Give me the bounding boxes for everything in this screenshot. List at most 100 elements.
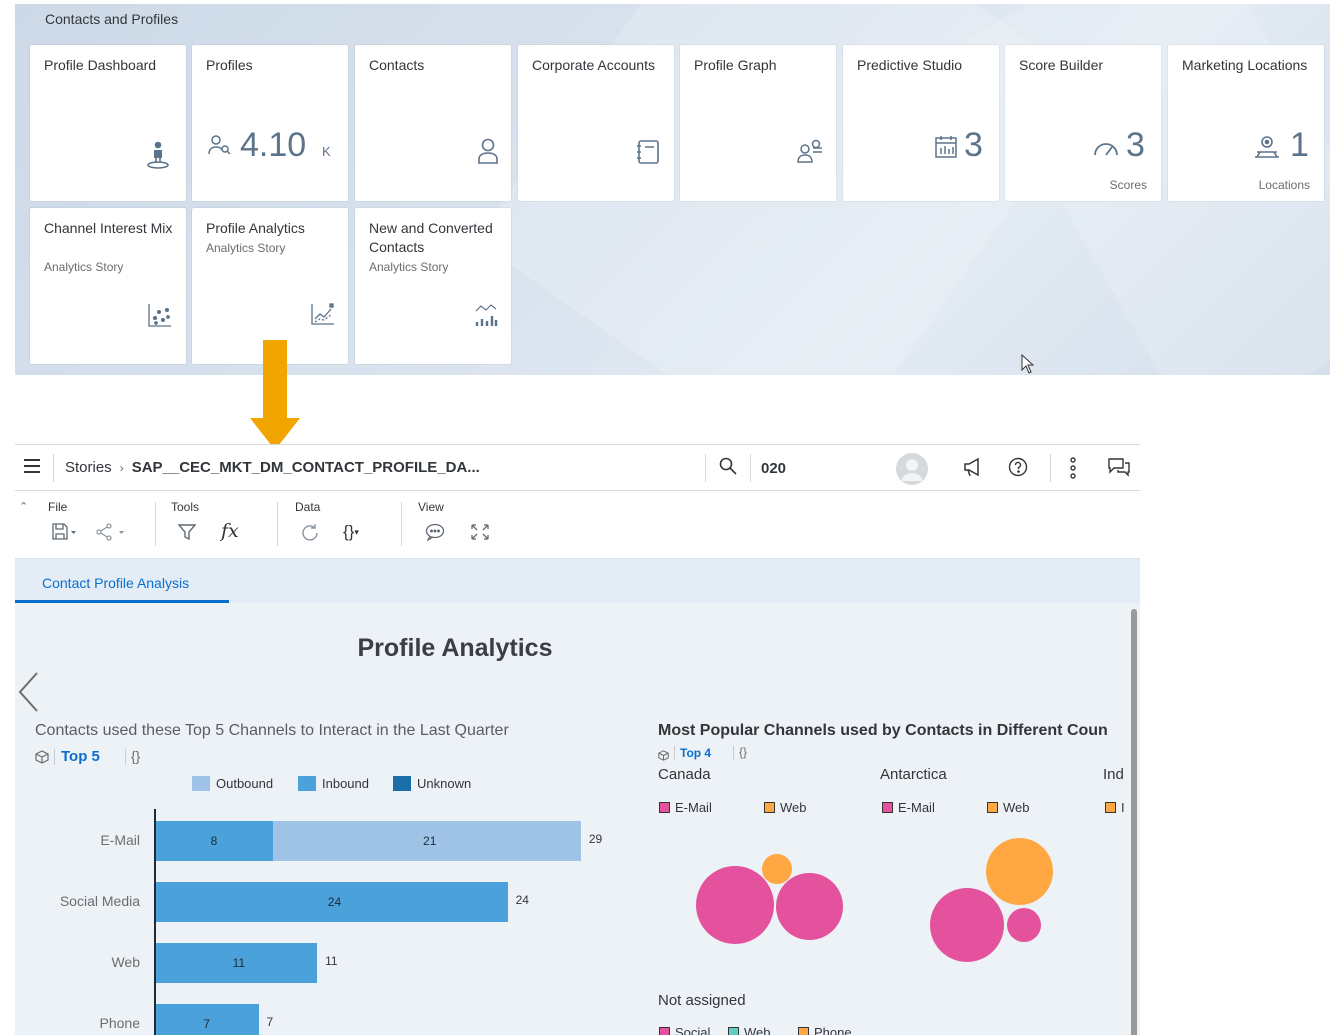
refresh-icon[interactable] [300,523,320,548]
avatar[interactable] [895,452,929,491]
story-tab-bar: Contact Profile Analysis [15,558,1140,603]
legend-na-social: Social [659,1025,710,1035]
country-label-ind: Ind [1103,766,1124,783]
legend-ind: I [1105,800,1125,815]
legend-antarctica-email: E-Mail [882,800,935,815]
bar-data-label: 24 [327,895,342,909]
bubble-email[interactable] [695,865,775,945]
person-pin-icon [146,141,170,174]
top-n-link[interactable]: Top 5 [61,748,100,765]
megaphone-icon[interactable] [963,457,983,482]
group-title: Contacts and Profiles [45,11,179,27]
filter-icon[interactable] [177,523,197,546]
tile-score-builder[interactable]: Score Builder 3 Scores [1005,45,1161,201]
script-variables-icon[interactable]: {}▾ [343,522,359,542]
previous-page-chevron-icon[interactable] [17,671,39,718]
tile-title: Profile Graph [694,57,777,73]
legend-canada-email: E-Mail [659,800,712,815]
tile-kpi: 4.10 [240,126,307,164]
bar-category-label: Social Media [59,893,140,909]
bubble-email[interactable] [929,887,1005,963]
country-label-canada: Canada [658,766,711,783]
mouse-cursor-icon [1021,353,1035,375]
tile-corporate-accounts[interactable]: Corporate Accounts [518,45,674,201]
legend-na-web: Web [728,1025,771,1035]
left-chart-title: Contacts used these Top 5 Channels to In… [35,722,509,739]
person-icon [477,138,499,169]
story-canvas: Profile Analytics Contacts used these To… [15,603,1140,1035]
country-label-not-assigned: Not assigned [658,992,746,1009]
search-icon[interactable] [719,457,737,480]
toolbar: ⌃ File Tools fx Data {}▾ View [15,491,1140,558]
legend-unknown: Unknown [393,776,471,791]
collapse-toolbar-icon[interactable]: ⌃ [19,500,28,513]
location-icon [1254,135,1280,164]
right-curly-braces[interactable]: {} [739,745,747,759]
tile-title: Predictive Studio [857,57,963,73]
cube-icon [658,748,669,766]
bubble-web[interactable] [986,838,1054,906]
bar-category-label: Phone [99,1015,140,1031]
tile-contacts[interactable]: Contacts [355,45,511,201]
tile-footer: Scores [1109,178,1147,192]
tile-marketing-locations[interactable]: Marketing Locations 1 Locations [1168,45,1324,201]
tile-profile-graph[interactable]: Profile Graph [680,45,836,201]
line-chart-icon [310,302,336,331]
top-n-link-right[interactable]: Top 4 [680,746,711,760]
tile-title: Corporate Accounts [532,57,655,73]
tile-title: New and Converted Contacts [369,220,493,255]
bar-data-label: 21 [423,834,437,848]
tile-title: Contacts [369,57,425,73]
gauge-icon [1092,138,1120,163]
comment-icon[interactable] [425,523,445,546]
share-icon[interactable] [96,523,126,546]
menu-icon[interactable] [24,459,40,478]
tile-footer: Locations [1258,178,1310,192]
toolbar-file-label: File [48,500,68,514]
bubble-email[interactable] [1006,907,1042,943]
legend-canada-web: Web [764,800,807,815]
bubble-email[interactable] [776,873,844,941]
formula-fx-icon[interactable]: fx [221,520,239,542]
search-input[interactable]: 020 [761,460,786,477]
tile-title: Marketing Locations [1182,57,1308,73]
tile-new-converted-contacts[interactable]: New and Converted Contacts Analytics Sto… [355,208,511,364]
tile-title: Channel Interest Mix [44,220,173,236]
bar-total-label: 24 [515,893,529,907]
scatter-chart-icon [147,302,173,333]
down-arrow-icon [250,340,300,450]
discussion-icon[interactable] [1107,457,1131,482]
bar-total-label: 11 [325,954,338,968]
bar-category-label: Web [111,954,140,970]
more-options-icon[interactable] [1069,457,1077,484]
breadcrumb-stories-link[interactable]: Stories [65,459,112,476]
tab-contact-profile-analysis[interactable]: Contact Profile Analysis [42,575,189,591]
launchpad-section: Contacts and Profiles Profile Dashboard … [15,4,1330,375]
country-label-antarctica: Antarctica [880,766,947,783]
calendar-chart-icon [932,135,958,164]
toolbar-data-label: Data [295,500,321,514]
bar-line-chart-icon [473,302,499,333]
tile-profile-dashboard[interactable]: Profile Dashboard [30,45,186,201]
bar-total-label: 7 [266,1015,274,1029]
bar-data-label: 7 [203,1017,210,1031]
vertical-scrollbar[interactable] [1131,609,1137,1035]
tile-subtitle: Analytics Story [206,241,286,255]
group-icon [796,139,824,168]
tile-channel-interest-mix[interactable]: Channel Interest Mix Analytics Story [30,208,186,364]
bar-category-label: E-Mail [100,832,140,848]
tile-profiles[interactable]: Profiles 4.10 K [192,45,348,201]
address-book-icon [636,139,660,170]
right-chart-title: Most Popular Channels used by Contacts i… [658,722,1108,739]
tile-kpi: 1 [1290,126,1309,164]
cube-icon [35,750,49,769]
breadcrumb-current: SAP__CEC_MKT_DM_CONTACT_PROFILE_DA... [131,459,480,476]
fullscreen-icon[interactable] [470,523,490,546]
legend-outbound: Outbound [192,776,273,791]
left-curly-braces[interactable]: {} [131,748,140,764]
legend-inbound: Inbound [298,776,369,791]
tile-title: Score Builder [1019,57,1104,73]
save-icon[interactable] [52,523,76,546]
help-icon[interactable] [1008,457,1028,482]
tile-predictive-studio[interactable]: Predictive Studio 3 [843,45,999,201]
